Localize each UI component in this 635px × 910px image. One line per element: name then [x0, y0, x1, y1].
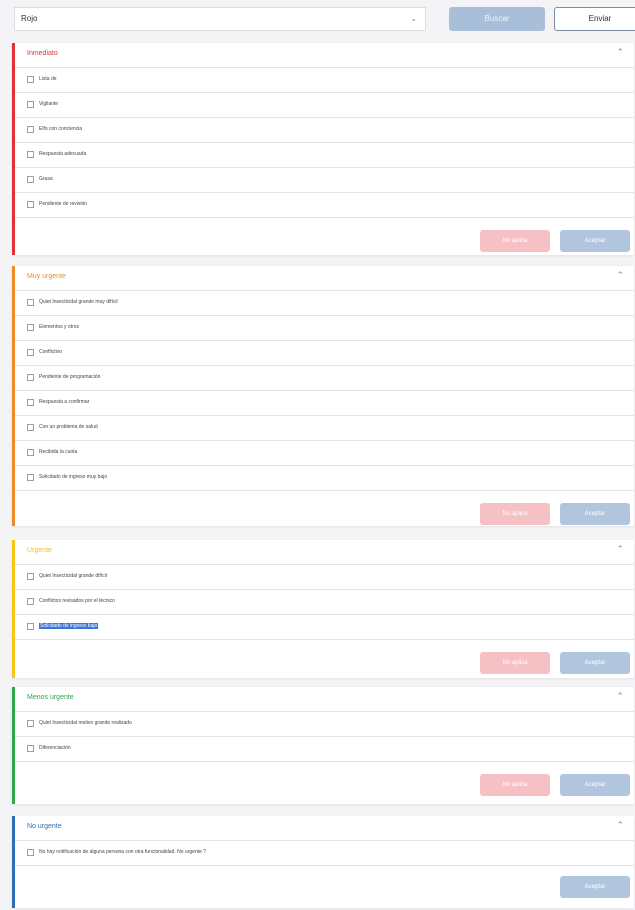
accept-button[interactable]: Aceptar	[560, 876, 630, 898]
panel-title: Menos urgente	[27, 694, 74, 701]
list-item-label: Diferenciación	[39, 745, 71, 751]
list-item[interactable]: Lista de	[15, 68, 634, 93]
list-item[interactable]: Recibida la cuota	[15, 441, 634, 466]
list-item[interactable]: Solicitado de ingreso muy bajo	[15, 466, 634, 491]
list-item-label: Conflictivo	[39, 349, 63, 355]
panel-title: Muy urgente	[27, 273, 66, 280]
checkbox[interactable]	[27, 101, 34, 108]
list-item[interactable]: Respuesta a confirmar	[15, 391, 634, 416]
list-item[interactable]: Quiet Insecticidal grande muy difícil	[15, 291, 634, 316]
panel-urgente: Urgente ⌃ Quiet Insecticidal grande difí…	[12, 540, 634, 678]
list-item[interactable]: Elfo con conciencia	[15, 118, 634, 143]
checkbox[interactable]	[27, 324, 34, 331]
list-item[interactable]: Conflictivo	[15, 341, 634, 366]
list-item-label: No hay notificación de alguna persona co…	[39, 849, 207, 855]
panel-inmediato: Inmediato ⌃ Lista de Vigilante Elfo con …	[12, 43, 634, 255]
panel-header[interactable]: Inmediato ⌃	[15, 43, 634, 68]
list-item[interactable]: Conflictos revisados por el técnico	[15, 590, 634, 615]
list-item-label: Grasa	[39, 176, 53, 182]
not-applicable-button[interactable]: No aplica	[480, 503, 550, 525]
checkbox[interactable]	[27, 745, 34, 752]
list-item-label-selected: Solicitado de ingreso bajo	[39, 623, 99, 629]
not-applicable-button[interactable]: No aplica	[480, 652, 550, 674]
list-item-label: Con un problema de salud	[39, 424, 98, 430]
panel-muy-urgente: Muy urgente ⌃ Quiet Insecticidal grande …	[12, 266, 634, 526]
chevron-up-icon[interactable]: ⌃	[616, 820, 624, 831]
chevron-up-icon[interactable]: ⌃	[616, 691, 624, 702]
checkbox[interactable]	[27, 598, 34, 605]
accept-button[interactable]: Aceptar	[560, 230, 630, 252]
panel-header[interactable]: Muy urgente ⌃	[15, 266, 634, 291]
panel-header[interactable]: Menos urgente ⌃	[15, 687, 634, 712]
list-item-label: Quiet Insecticidal grande difícil	[39, 573, 107, 579]
list-item-label: Lista de	[39, 76, 57, 82]
panel-header[interactable]: Urgente ⌃	[15, 540, 634, 565]
panel-menos-urgente: Menos urgente ⌃ Quiet Insecticidal motiv…	[12, 687, 634, 804]
checkbox[interactable]	[27, 720, 34, 727]
toolbar: Rojo ⌄ Buscar Enviar	[14, 5, 635, 33]
list-item[interactable]: Respuesta adecuada	[15, 143, 634, 168]
checkbox[interactable]	[27, 201, 34, 208]
accept-button[interactable]: Aceptar	[560, 503, 630, 525]
chevron-down-icon: ⌄	[410, 14, 417, 23]
list-item-label: Conflictos revisados por el técnico	[39, 598, 115, 604]
checkbox[interactable]	[27, 299, 34, 306]
checkbox[interactable]	[27, 573, 34, 580]
accept-button[interactable]: Aceptar	[560, 774, 630, 796]
list-item-label: Elementos y otros	[39, 324, 80, 330]
list-item[interactable]: Pendiente de revisión	[15, 193, 634, 218]
list-item[interactable]: Vigilante	[15, 93, 634, 118]
not-applicable-button[interactable]: No aplica	[480, 774, 550, 796]
checkbox[interactable]	[27, 849, 34, 856]
submit-button[interactable]: Enviar	[554, 7, 635, 31]
list-item[interactable]: Pendiente de programación	[15, 366, 634, 391]
checkbox[interactable]	[27, 126, 34, 133]
checkbox[interactable]	[27, 176, 34, 183]
panel-title: Urgente	[27, 547, 52, 554]
list-item-label: Elfo con conciencia	[39, 126, 83, 132]
checkbox[interactable]	[27, 623, 34, 630]
list-item[interactable]: Grasa	[15, 168, 634, 193]
checkbox[interactable]	[27, 474, 34, 481]
checkbox[interactable]	[27, 151, 34, 158]
panel-title: No urgente	[27, 823, 62, 830]
list-item[interactable]: Diferenciación	[15, 737, 634, 762]
panel-title: Inmediato	[27, 50, 58, 57]
checkbox[interactable]	[27, 374, 34, 381]
list-item[interactable]: No hay notificación de alguna persona co…	[15, 841, 634, 866]
not-applicable-button[interactable]: No aplica	[480, 230, 550, 252]
list-item-label: Quiet Insecticidal motivo grande realiza…	[39, 720, 132, 726]
list-item-label: Quiet Insecticidal grande muy difícil	[39, 299, 118, 305]
priority-select[interactable]: Rojo ⌄	[14, 7, 426, 31]
list-item-label: Pendiente de programación	[39, 374, 101, 380]
list-item[interactable]: Quiet Insecticidal motivo grande realiza…	[15, 712, 634, 737]
list-item-label: Respuesta a confirmar	[39, 399, 90, 405]
list-item-label: Solicitado de ingreso muy bajo	[39, 474, 108, 480]
panel-no-urgente: No urgente ⌃ No hay notificación de algu…	[12, 816, 634, 908]
search-button[interactable]: Buscar	[449, 7, 545, 31]
list-item[interactable]: Quiet Insecticidal grande difícil	[15, 565, 634, 590]
list-item-label: Respuesta adecuada	[39, 151, 87, 157]
list-item[interactable]: Con un problema de salud	[15, 416, 634, 441]
chevron-up-icon[interactable]: ⌃	[616, 270, 624, 281]
chevron-up-icon[interactable]: ⌃	[616, 47, 624, 58]
list-item[interactable]: Elementos y otros	[15, 316, 634, 341]
checkbox[interactable]	[27, 449, 34, 456]
list-item-label: Pendiente de revisión	[39, 201, 88, 207]
accept-button[interactable]: Aceptar	[560, 652, 630, 674]
list-item-label: Recibida la cuota	[39, 449, 78, 455]
chevron-up-icon[interactable]: ⌃	[616, 544, 624, 555]
panel-header[interactable]: No urgente ⌃	[15, 816, 634, 841]
checkbox[interactable]	[27, 424, 34, 431]
list-item-selected[interactable]: Solicitado de ingreso bajo	[15, 615, 634, 640]
priority-select-value: Rojo	[21, 14, 38, 23]
list-item-label: Vigilante	[39, 101, 59, 107]
checkbox[interactable]	[27, 76, 34, 83]
checkbox[interactable]	[27, 399, 34, 406]
checkbox[interactable]	[27, 349, 34, 356]
